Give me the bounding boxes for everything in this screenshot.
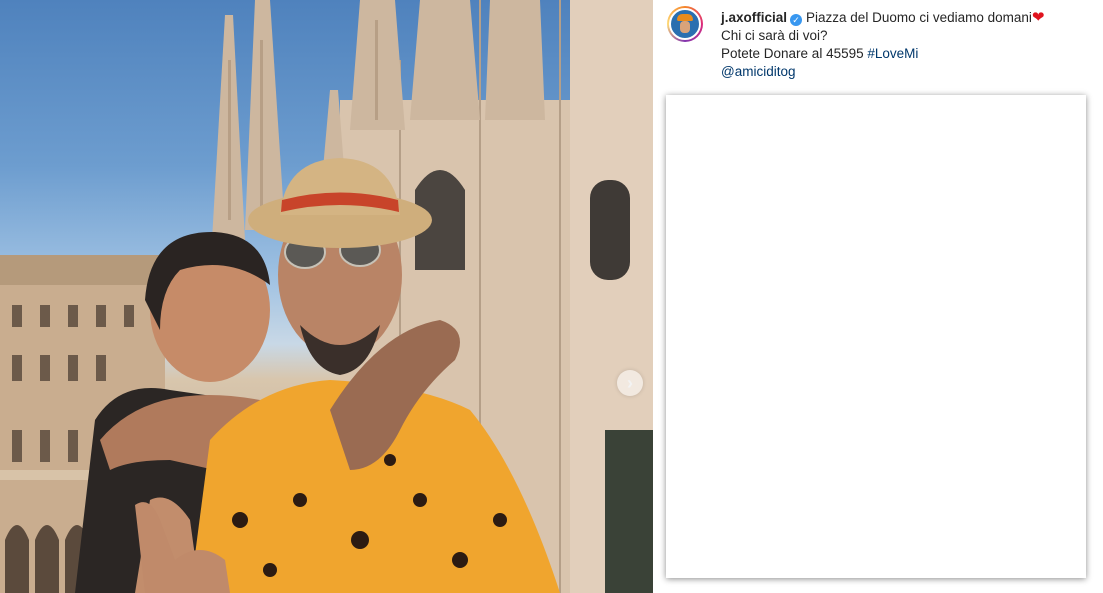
- post-photo: ›: [0, 0, 653, 593]
- blank-overlay-card: [666, 95, 1086, 578]
- avatar-hat-shape: [677, 14, 693, 21]
- caption-row: j.axofficial ✓ Piazza del Duomo ci vediamo…: [667, 6, 1044, 81]
- post-caption: j.axofficial ✓ Piazza del Duomo ci vediamo…: [721, 6, 1044, 81]
- caption-first-line: j.axofficial ✓ Piazza del Duomo ci vediamo…: [721, 9, 1044, 27]
- heart-emoji-icon: ❤: [1031, 9, 1045, 26]
- caption-line3: Potete Donare al 45595 #LoveMi: [721, 45, 1044, 63]
- hashtag-link[interactable]: #LoveMi: [867, 46, 918, 61]
- next-photo-button[interactable]: ›: [617, 370, 643, 396]
- caption-text-line2: Chi ci sarà di voi?: [721, 28, 828, 43]
- verified-badge-icon: ✓: [790, 14, 803, 26]
- caption-text-line3: Potete Donare al 45595: [721, 46, 868, 61]
- avatar[interactable]: [667, 6, 703, 42]
- caption-line4: @amiciditog: [721, 63, 1044, 81]
- avatar-face-shape: [680, 21, 690, 33]
- username-link[interactable]: j.axofficial: [721, 10, 787, 25]
- mention-link[interactable]: @amiciditog: [721, 64, 795, 79]
- photo-illustration: [0, 0, 653, 593]
- chevron-right-icon: ›: [627, 373, 633, 393]
- caption-text-line1: Piazza del Duomo ci vediamo domani: [806, 10, 1032, 25]
- avatar-image: [669, 8, 701, 40]
